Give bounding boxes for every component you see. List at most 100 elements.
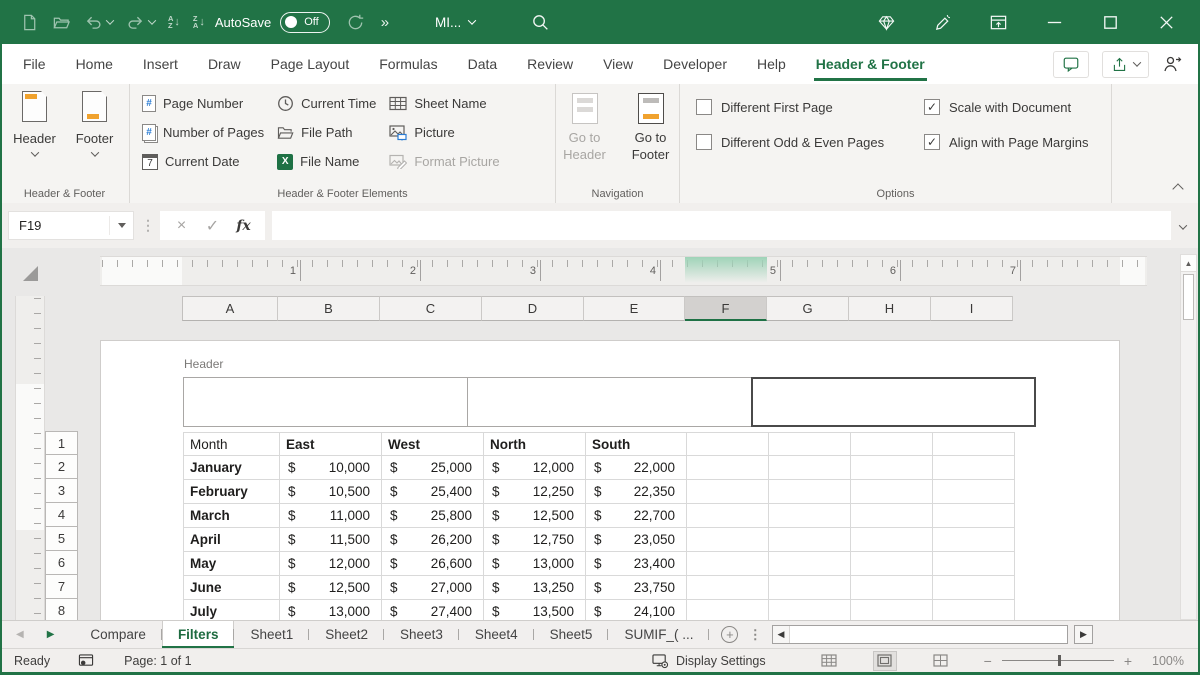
sheet-tab-sheet1[interactable]: Sheet1 bbox=[234, 621, 309, 648]
cell-month[interactable]: March bbox=[184, 504, 280, 528]
cell-east-header[interactable]: East bbox=[280, 432, 382, 456]
scroll-right-icon[interactable]: ▶ bbox=[1074, 625, 1093, 644]
empty-cell[interactable] bbox=[851, 576, 933, 600]
premium-gem-icon[interactable] bbox=[877, 13, 896, 32]
column-header-a[interactable]: A bbox=[182, 296, 278, 321]
cell-value[interactable]: $22,000 bbox=[586, 456, 687, 480]
empty-cell[interactable] bbox=[769, 456, 851, 480]
cell-value[interactable]: $27,400 bbox=[382, 600, 484, 620]
cell-month-header[interactable]: Month bbox=[184, 432, 280, 456]
new-sheet-button[interactable]: + bbox=[721, 626, 738, 643]
feedback-pen-icon[interactable] bbox=[933, 13, 952, 32]
checkbox-box[interactable] bbox=[696, 99, 712, 115]
empty-cell[interactable] bbox=[769, 432, 851, 456]
empty-cell[interactable] bbox=[851, 600, 933, 620]
sort-za-icon[interactable]: ZA ↓ bbox=[193, 15, 205, 30]
column-header-d[interactable]: D bbox=[482, 296, 584, 321]
cell-value[interactable]: $12,000 bbox=[280, 552, 382, 576]
cell-month[interactable]: February bbox=[184, 480, 280, 504]
empty-cell[interactable] bbox=[769, 600, 851, 620]
cell-value[interactable]: $10,000 bbox=[280, 456, 382, 480]
empty-cell[interactable] bbox=[933, 480, 1015, 504]
empty-cell[interactable] bbox=[769, 552, 851, 576]
cell-value[interactable]: $23,750 bbox=[586, 576, 687, 600]
empty-cell[interactable] bbox=[769, 480, 851, 504]
formula-input[interactable] bbox=[272, 211, 1171, 240]
tab-home[interactable]: Home bbox=[61, 44, 128, 84]
maximize-button[interactable] bbox=[1101, 13, 1120, 32]
cell-value[interactable]: $25,800 bbox=[382, 504, 484, 528]
close-button[interactable] bbox=[1157, 13, 1176, 32]
display-settings-button[interactable]: Display Settings bbox=[652, 653, 766, 669]
empty-cell[interactable] bbox=[851, 456, 933, 480]
checkbox-different-odd-even[interactable]: Different Odd & Even Pages bbox=[696, 134, 924, 150]
file-name-button[interactable]: X File Name bbox=[277, 151, 376, 172]
cell-value[interactable]: $12,500 bbox=[484, 504, 586, 528]
tab-review[interactable]: Review bbox=[512, 44, 588, 84]
name-box-input[interactable] bbox=[9, 218, 97, 233]
empty-cell[interactable] bbox=[687, 456, 769, 480]
current-date-button[interactable]: 7 Current Date bbox=[142, 151, 264, 172]
tab-formulas[interactable]: Formulas bbox=[364, 44, 452, 84]
checkbox-align-page-margins[interactable]: ✓ Align with Page Margins bbox=[924, 134, 1111, 150]
tab-insert[interactable]: Insert bbox=[128, 44, 193, 84]
page-break-view-button[interactable] bbox=[930, 652, 952, 670]
empty-cell[interactable] bbox=[687, 600, 769, 620]
cell-value[interactable]: $12,000 bbox=[484, 456, 586, 480]
empty-cell[interactable] bbox=[687, 552, 769, 576]
checkbox-box[interactable]: ✓ bbox=[924, 134, 940, 150]
tab-file[interactable]: File bbox=[8, 44, 61, 84]
refresh-icon[interactable] bbox=[346, 13, 365, 32]
sheet-tab-compare[interactable]: Compare bbox=[74, 621, 162, 648]
empty-cell[interactable] bbox=[851, 552, 933, 576]
empty-cell[interactable] bbox=[687, 576, 769, 600]
cell-value[interactable]: $11,500 bbox=[280, 528, 382, 552]
cell-month[interactable]: June bbox=[184, 576, 280, 600]
go-to-footer-button[interactable]: Go to Footer bbox=[624, 93, 678, 164]
empty-cell[interactable] bbox=[933, 528, 1015, 552]
checkbox-different-first-page[interactable]: Different First Page bbox=[696, 99, 924, 115]
page-layout-view-button[interactable] bbox=[874, 652, 896, 670]
empty-cell[interactable] bbox=[687, 504, 769, 528]
tab-help[interactable]: Help bbox=[742, 44, 801, 84]
macro-record-icon[interactable] bbox=[78, 653, 94, 668]
column-header-f-selected[interactable]: F bbox=[685, 296, 767, 321]
next-sheet-icon[interactable]: ▶ bbox=[47, 629, 55, 640]
cell-month[interactable]: May bbox=[184, 552, 280, 576]
tab-developer[interactable]: Developer bbox=[648, 44, 742, 84]
cell-value[interactable]: $22,700 bbox=[586, 504, 687, 528]
sheet-tab-sumif[interactable]: SUMIF_( ... bbox=[608, 621, 709, 648]
name-box-dropdown[interactable] bbox=[109, 216, 133, 235]
column-header-c[interactable]: C bbox=[380, 296, 482, 321]
more-commands-icon[interactable]: » bbox=[381, 14, 389, 31]
cell-value[interactable]: $12,250 bbox=[484, 480, 586, 504]
row-header-6[interactable]: 6 bbox=[45, 551, 78, 575]
page-number-button[interactable]: # Page Number bbox=[142, 93, 264, 114]
document-title[interactable]: MI... bbox=[435, 15, 475, 30]
vertical-scrollbar[interactable]: ▲ bbox=[1180, 254, 1197, 620]
checkbox-scale-with-document[interactable]: ✓ Scale with Document bbox=[924, 99, 1111, 115]
tab-header-footer[interactable]: Header & Footer bbox=[801, 44, 940, 84]
open-file-icon[interactable] bbox=[52, 13, 71, 32]
people-icon[interactable] bbox=[1162, 54, 1182, 74]
empty-cell[interactable] bbox=[769, 504, 851, 528]
checkbox-box[interactable] bbox=[696, 134, 712, 150]
empty-cell[interactable] bbox=[687, 528, 769, 552]
zoom-slider-thumb[interactable] bbox=[1058, 655, 1061, 666]
column-header-g[interactable]: G bbox=[767, 296, 849, 321]
zoom-out-button[interactable]: − bbox=[984, 653, 992, 669]
zoom-slider[interactable] bbox=[1002, 660, 1114, 661]
scroll-left-icon[interactable]: ◀ bbox=[773, 626, 790, 643]
row-header-4[interactable]: 4 bbox=[45, 503, 78, 527]
cell-value[interactable]: $10,500 bbox=[280, 480, 382, 504]
row-header-7[interactable]: 7 bbox=[45, 575, 78, 599]
cell-value[interactable]: $26,200 bbox=[382, 528, 484, 552]
cell-value[interactable]: $25,000 bbox=[382, 456, 484, 480]
cell-value[interactable]: $26,600 bbox=[382, 552, 484, 576]
zoom-level[interactable]: 100% bbox=[1148, 654, 1184, 668]
enter-button[interactable]: ✓ bbox=[197, 216, 228, 236]
empty-cell[interactable] bbox=[933, 432, 1015, 456]
empty-cell[interactable] bbox=[933, 600, 1015, 620]
empty-cell[interactable] bbox=[933, 456, 1015, 480]
cell-value[interactable]: $11,000 bbox=[280, 504, 382, 528]
